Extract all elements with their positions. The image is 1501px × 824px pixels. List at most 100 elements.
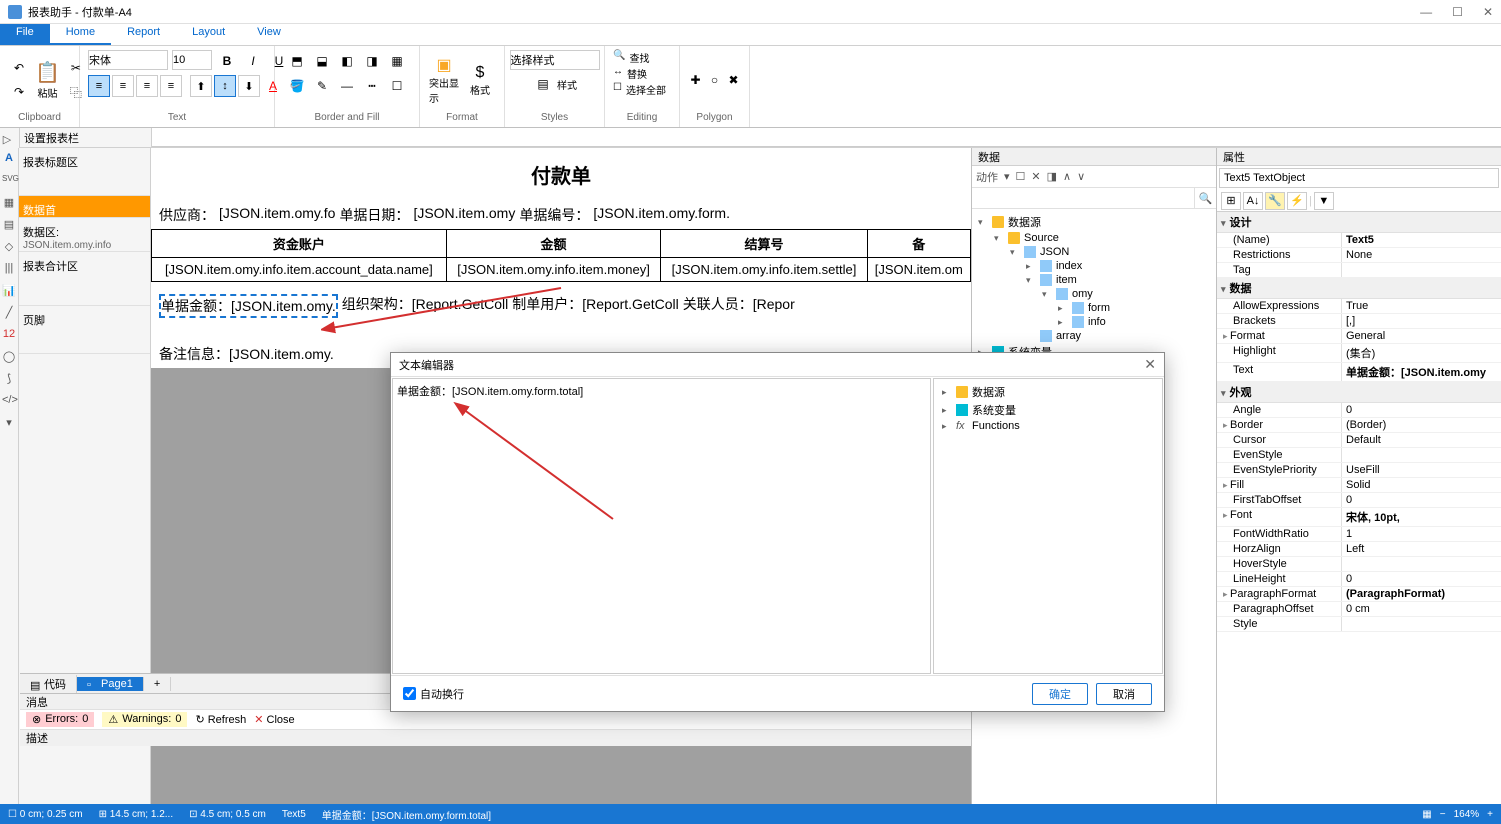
valign-middle-button[interactable]: ↕ <box>214 75 236 97</box>
align-left-button[interactable]: ≡ <box>88 75 110 97</box>
new-ds-button[interactable]: ☐ <box>1016 170 1026 183</box>
undo-button[interactable]: ↶ <box>8 57 30 79</box>
redo-button[interactable]: ↷ <box>8 81 30 103</box>
th-settle[interactable]: 结算号 <box>661 230 867 258</box>
text-tool[interactable]: A <box>2 152 16 166</box>
band-data-header[interactable]: 数据首 <box>19 196 150 218</box>
no-label[interactable]: 单据编号： <box>519 205 589 225</box>
delete-ds-button[interactable]: ✕ <box>1031 170 1040 183</box>
data-search-input[interactable] <box>972 188 1194 208</box>
refresh-button[interactable]: ↻ Refresh <box>195 713 246 726</box>
menu-layout[interactable]: Layout <box>176 24 241 45</box>
warnings-badge[interactable]: ⚠Warnings: 0 <box>102 712 187 727</box>
border-left-button[interactable]: ◧ <box>336 50 358 72</box>
polygon-add-button[interactable]: ✚ <box>688 69 703 91</box>
prop-tab-filter2[interactable]: ▼ <box>1314 192 1334 210</box>
assoc-field[interactable]: 关联人员：[Repor <box>683 294 795 318</box>
prop-object-select[interactable] <box>1219 168 1499 188</box>
style-icon[interactable]: ▤ <box>532 73 554 95</box>
dialog-close-button[interactable]: ✕ <box>1144 356 1156 373</box>
border-bottom-button[interactable]: ⬓ <box>311 50 333 72</box>
valign-bottom-button[interactable]: ⬇ <box>238 75 260 97</box>
align-justify-button[interactable]: ≡ <box>160 75 182 97</box>
menu-view[interactable]: View <box>241 24 297 45</box>
shape-tool[interactable]: ◇ <box>2 240 16 254</box>
report-title[interactable]: 付款单 <box>151 148 971 201</box>
line-style-button[interactable]: ┅ <box>361 75 383 97</box>
menu-file[interactable]: File <box>0 24 50 45</box>
selectall-button[interactable]: ☐选择全部 <box>613 82 666 97</box>
pointer-tool[interactable]: ▷ <box>0 133 14 147</box>
image-tool[interactable]: ▦ <box>2 196 16 210</box>
border-right-button[interactable]: ◨ <box>361 50 383 72</box>
th-remark[interactable]: 备 <box>867 230 970 258</box>
size-select[interactable] <box>172 50 212 70</box>
bold-button[interactable]: B <box>216 50 238 72</box>
prop-tab-sort-az[interactable]: A↓ <box>1243 192 1263 210</box>
tab-page1[interactable]: ▫Page1 <box>77 677 144 691</box>
fill-color-button[interactable]: 🪣 <box>286 75 308 97</box>
align-center-button[interactable]: ≡ <box>112 75 134 97</box>
barcode-tool[interactable]: ||| <box>2 262 16 276</box>
wrap-checkbox[interactable]: 自动换行 <box>403 686 464 702</box>
prop-tab-filter[interactable]: 🔧 <box>1265 192 1285 210</box>
tab-add[interactable]: + <box>144 677 171 691</box>
remark-field[interactable]: 备注信息：[JSON.item.omy. <box>159 344 334 364</box>
zoom-out-button[interactable]: − <box>1440 809 1446 820</box>
polygon-del-button[interactable]: ✖ <box>726 69 741 91</box>
more-tool[interactable]: ▾ <box>2 416 16 430</box>
border-all-button[interactable]: ▦ <box>386 50 408 72</box>
chart-tool[interactable]: 📊 <box>2 284 16 298</box>
polygon-node-button[interactable]: ○ <box>707 69 722 91</box>
view-mode-icon[interactable]: ▦ <box>1422 809 1431 820</box>
band-title[interactable]: 报表标题区 <box>19 148 150 196</box>
supplier-label[interactable]: 供应商： <box>159 205 215 225</box>
valign-top-button[interactable]: ⬆ <box>190 75 212 97</box>
selected-text5[interactable]: 单据金额：[JSON.item.omy. <box>159 294 338 318</box>
arc-tool[interactable]: ⟆ <box>2 372 16 386</box>
date-label[interactable]: 单据日期： <box>339 205 409 225</box>
actions-dropdown-icon[interactable]: ▾ <box>1004 170 1010 183</box>
style-select[interactable] <box>510 50 600 70</box>
td-settle[interactable]: [JSON.item.omy.info.item.settle] <box>661 258 867 282</box>
line-color-button[interactable]: ✎ <box>311 75 333 97</box>
up-button[interactable]: ∧ <box>1063 170 1071 183</box>
close-button[interactable]: ✕ <box>1483 5 1493 19</box>
dialog-editor[interactable]: 单据金额：[JSON.item.omy.form.total] <box>392 378 931 674</box>
close-msg-button[interactable]: ✕ Close <box>254 713 294 726</box>
table-tool[interactable]: ▤ <box>2 218 16 232</box>
prop-tab-events[interactable]: ⚡ <box>1287 192 1307 210</box>
line-width-button[interactable]: — <box>336 75 358 97</box>
paste-button[interactable]: 📋 粘贴 <box>34 55 61 105</box>
find-button[interactable]: 🔍查找 <box>613 50 649 65</box>
minimize-button[interactable]: — <box>1420 5 1432 19</box>
report-table[interactable]: 资金账户 金额 结算号 备 [JSON.item.omy.info.item.a… <box>151 229 971 282</box>
line-tool[interactable]: ╱ <box>2 306 16 320</box>
search-icon[interactable]: 🔍 <box>1194 188 1216 208</box>
menu-home[interactable]: Home <box>50 24 111 45</box>
highlight-button[interactable]: ▣ 突出显示 <box>428 55 460 105</box>
font-select[interactable] <box>88 50 168 70</box>
tab-code[interactable]: ▤代码 <box>20 675 77 693</box>
maximize-button[interactable]: ☐ <box>1452 5 1463 19</box>
th-account[interactable]: 资金账户 <box>152 230 447 258</box>
td-amount[interactable]: [JSON.item.omy.info.item.money] <box>446 258 661 282</box>
prop-tab-sort-cat[interactable]: ⊞ <box>1221 192 1241 210</box>
band-summary[interactable]: 报表合计区 <box>19 252 150 306</box>
cancel-button[interactable]: 取消 <box>1096 683 1152 705</box>
code-tool[interactable]: </> <box>2 394 16 408</box>
border-none-button[interactable]: ☐ <box>386 75 408 97</box>
td-account[interactable]: [JSON.item.omy.info.item.account_data.na… <box>152 258 447 282</box>
down-button[interactable]: ∨ <box>1077 170 1085 183</box>
italic-button[interactable]: I <box>242 50 264 72</box>
band-footer[interactable]: 页脚 <box>19 306 150 354</box>
edit-ds-button[interactable]: ◨ <box>1047 170 1057 183</box>
maker-field[interactable]: 制单用户：[Report.GetColl <box>512 294 678 318</box>
td-remark[interactable]: [JSON.item.om <box>867 258 970 282</box>
th-amount[interactable]: 金额 <box>446 230 661 258</box>
align-right-button[interactable]: ≡ <box>136 75 158 97</box>
errors-badge[interactable]: ⊗Errors: 0 <box>26 712 94 727</box>
dialog-tree[interactable]: ▸数据源 ▸系统变量 ▸fxFunctions <box>933 378 1163 674</box>
format-button[interactable]: $ 格式 <box>464 55 496 105</box>
menu-report[interactable]: Report <box>111 24 176 45</box>
